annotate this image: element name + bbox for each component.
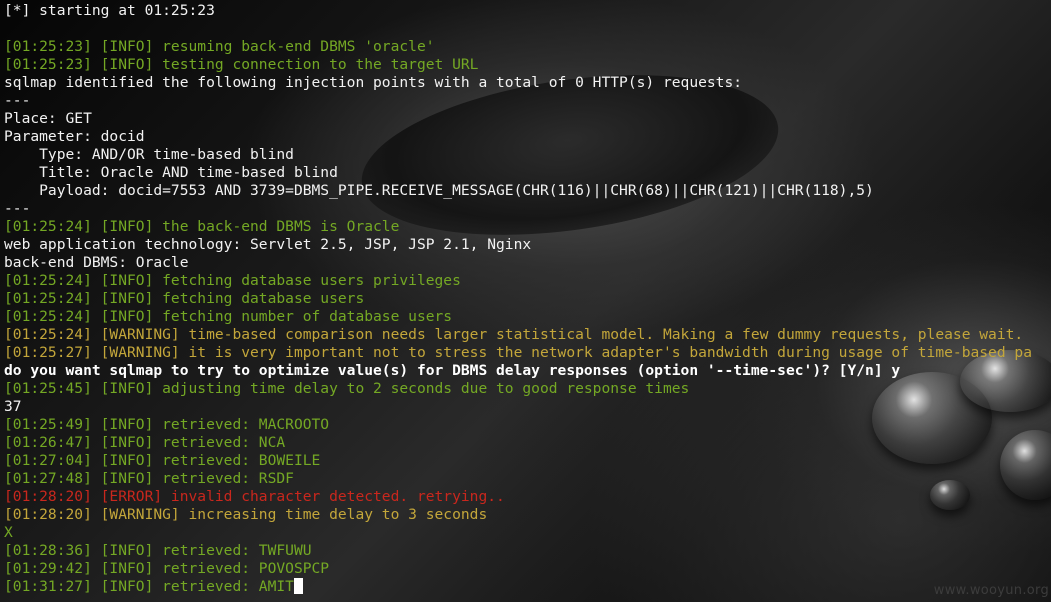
terminal-line-text: X — [4, 524, 13, 541]
terminal-line-text: --- — [4, 92, 31, 109]
terminal-line: [01:25:24] [INFO] fetching database user… — [4, 290, 1051, 308]
terminal-line-text: [01:28:20] [ERROR] invalid character det… — [4, 488, 505, 505]
terminal-line: [01:25:24] [INFO] fetching database user… — [4, 272, 1051, 290]
terminal-line-text: [01:25:24] [INFO] fetching database user… — [4, 272, 461, 289]
terminal-line: back-end DBMS: Oracle — [4, 254, 1051, 272]
terminal-line-text: Type: AND/OR time-based blind — [4, 146, 294, 163]
terminal-line-text: [01:25:24] [INFO] fetching database user… — [4, 290, 365, 307]
terminal-line: [01:28:20] [ERROR] invalid character det… — [4, 488, 1051, 506]
terminal-line: Parameter: docid — [4, 128, 1051, 146]
terminal-line-text: [01:31:27] [INFO] retrieved: AMIT — [4, 578, 294, 595]
terminal-line: [01:28:36] [INFO] retrieved: TWFUWU — [4, 542, 1051, 560]
terminal-line-text: [01:25:45] [INFO] adjusting time delay t… — [4, 380, 690, 397]
terminal-line: web application technology: Servlet 2.5,… — [4, 236, 1051, 254]
terminal-line-text: [01:26:47] [INFO] retrieved: NCA — [4, 434, 286, 451]
terminal-line-text: [01:27:04] [INFO] retrieved: BOWEILE — [4, 452, 321, 469]
terminal-line: [01:25:49] [INFO] retrieved: MACROOTO — [4, 416, 1051, 434]
terminal-output[interactable]: [*] starting at 01:25:23 [01:25:23] [INFO… — [0, 0, 1051, 602]
terminal-line: [01:25:24] [WARNING] time-based comparis… — [4, 326, 1051, 344]
terminal-line-text: Place: GET — [4, 110, 92, 127]
terminal-line: [01:26:47] [INFO] retrieved: NCA — [4, 434, 1051, 452]
terminal-line-text: [01:29:42] [INFO] retrieved: POVOSPCP — [4, 560, 330, 577]
terminal-line: [01:25:23] [INFO] resuming back-end DBMS… — [4, 38, 1051, 56]
terminal-line: --- — [4, 200, 1051, 218]
terminal-window[interactable]: [*] starting at 01:25:23 [01:25:23] [INFO… — [0, 0, 1051, 602]
terminal-line-text: [01:28:36] [INFO] retrieved: TWFUWU — [4, 542, 312, 559]
terminal-line: [01:25:24] [INFO] the back-end DBMS is O… — [4, 218, 1051, 236]
terminal-line: 37 — [4, 398, 1051, 416]
terminal-line-text: Parameter: docid — [4, 128, 145, 145]
terminal-line-text: sqlmap identified the following injectio… — [4, 74, 743, 91]
terminal-line: [01:29:42] [INFO] retrieved: POVOSPCP — [4, 560, 1051, 578]
terminal-line: do you want sqlmap to try to optimize va… — [4, 362, 1051, 380]
terminal-line: --- — [4, 92, 1051, 110]
watermark: www.wooyun.org — [933, 583, 1049, 598]
terminal-line: [*] starting at 01:25:23 — [4, 2, 1051, 20]
terminal-line-text: back-end DBMS: Oracle — [4, 254, 189, 271]
terminal-line: Title: Oracle AND time-based blind — [4, 164, 1051, 182]
terminal-line: [01:27:48] [INFO] retrieved: RSDF — [4, 470, 1051, 488]
terminal-line: [01:25:45] [INFO] adjusting time delay t… — [4, 380, 1051, 398]
terminal-line-text: [01:25:24] [WARNING] time-based comparis… — [4, 326, 1024, 343]
terminal-line: [01:31:27] [INFO] retrieved: AMIT — [4, 578, 1051, 596]
terminal-line: Type: AND/OR time-based blind — [4, 146, 1051, 164]
terminal-line-text: 37 — [4, 398, 22, 415]
terminal-line-text: [01:25:24] [INFO] fetching number of dat… — [4, 308, 453, 325]
terminal-line-text: [01:25:23] [INFO] resuming back-end DBMS… — [4, 38, 435, 55]
terminal-line: [01:25:24] [INFO] fetching number of dat… — [4, 308, 1051, 326]
terminal-line: [01:28:20] [WARNING] increasing time del… — [4, 506, 1051, 524]
terminal-line: Payload: docid=7553 AND 3739=DBMS_PIPE.R… — [4, 182, 1051, 200]
terminal-line: [01:25:23] [INFO] testing connection to … — [4, 56, 1051, 74]
terminal-line-text: [01:25:24] [INFO] the back-end DBMS is O… — [4, 218, 400, 235]
text-cursor — [293, 578, 303, 594]
terminal-line-text: [01:25:49] [INFO] retrieved: MACROOTO — [4, 416, 330, 433]
terminal-line: sqlmap identified the following injectio… — [4, 74, 1051, 92]
terminal-line-text: web application technology: Servlet 2.5,… — [4, 236, 532, 253]
terminal-line-text: --- — [4, 200, 31, 217]
terminal-line-text: [01:27:48] [INFO] retrieved: RSDF — [4, 470, 294, 487]
terminal-line: Place: GET — [4, 110, 1051, 128]
terminal-line-text: Title: Oracle AND time-based blind — [4, 164, 338, 181]
terminal-line-text: [01:25:27] [WARNING] it is very importan… — [4, 344, 1032, 361]
terminal-line: X — [4, 524, 1051, 542]
terminal-line-text: do you want sqlmap to try to optimize va… — [4, 362, 901, 379]
terminal-line-text: [*] starting at 01:25:23 — [4, 2, 215, 19]
terminal-line: [01:27:04] [INFO] retrieved: BOWEILE — [4, 452, 1051, 470]
terminal-line-text: [01:28:20] [WARNING] increasing time del… — [4, 506, 488, 523]
terminal-line-text: [01:25:23] [INFO] testing connection to … — [4, 56, 479, 73]
terminal-line: [01:25:27] [WARNING] it is very importan… — [4, 344, 1051, 362]
terminal-line-text: Payload: docid=7553 AND 3739=DBMS_PIPE.R… — [4, 182, 874, 199]
